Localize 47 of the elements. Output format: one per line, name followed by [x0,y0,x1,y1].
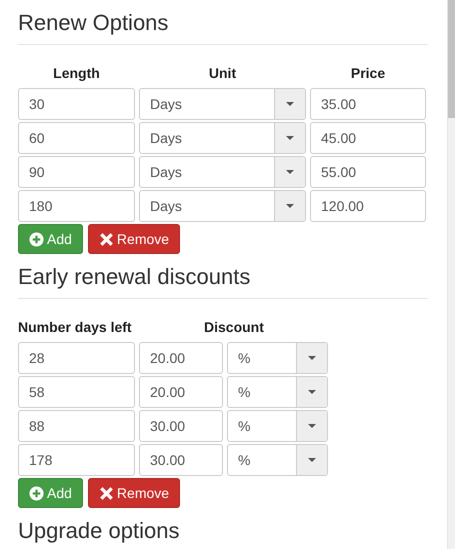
caret-icon [308,458,316,462]
dropdown[interactable]: Days [139,156,306,188]
dropdown[interactable]: % [227,342,328,374]
input-field[interactable]: 20.00 [139,376,223,408]
column-header: Price [350,65,386,81]
input-field[interactable]: 30.00 [139,410,223,442]
caret-icon [286,170,294,174]
section-heading: Upgrade options [18,518,180,544]
input-field[interactable]: 58 [18,376,135,408]
close-icon [98,486,114,500]
caret-icon [286,204,294,208]
dropdown[interactable]: Days [139,190,306,222]
input-field[interactable]: 60 [18,122,135,154]
section-heading: Renew Options [18,10,170,36]
input-field[interactable]: 88 [18,410,135,442]
input-field[interactable]: 30.00 [139,444,223,476]
plus-circle-icon [29,232,44,246]
input-field[interactable]: 28 [18,342,135,374]
caret-icon [286,102,294,106]
input-field[interactable]: 45.00 [310,122,426,154]
column-header: Length [53,65,100,81]
input-field[interactable]: 20.00 [139,342,223,374]
column-header: Unit [208,65,236,81]
dropdown[interactable]: % [227,376,328,408]
column-header: Number days left [18,319,132,335]
dropdown[interactable]: Days [139,88,306,120]
section-heading: Early renewal discounts [18,264,252,290]
caret-icon [308,424,316,428]
plus-circle-icon [29,486,44,500]
column-header: Discount [204,319,264,335]
input-field[interactable]: 120.00 [310,190,426,222]
remove-button[interactable]: Remove [88,224,180,254]
input-field[interactable]: 30 [18,88,135,120]
input-field[interactable]: 55.00 [310,156,426,188]
dropdown[interactable]: % [227,444,328,476]
caret-icon [286,136,294,140]
caret-icon [308,356,316,360]
dropdown[interactable]: % [227,410,328,442]
input-field[interactable]: 178 [18,444,135,476]
caret-icon [308,390,316,394]
input-field[interactable]: 35.00 [310,88,426,120]
close-icon [98,232,114,246]
remove-button[interactable]: Remove [88,478,180,508]
scrollbar[interactable] [447,0,455,549]
dropdown[interactable]: Days [139,122,306,154]
input-field[interactable]: 180 [18,190,135,222]
input-field[interactable]: 90 [18,156,135,188]
